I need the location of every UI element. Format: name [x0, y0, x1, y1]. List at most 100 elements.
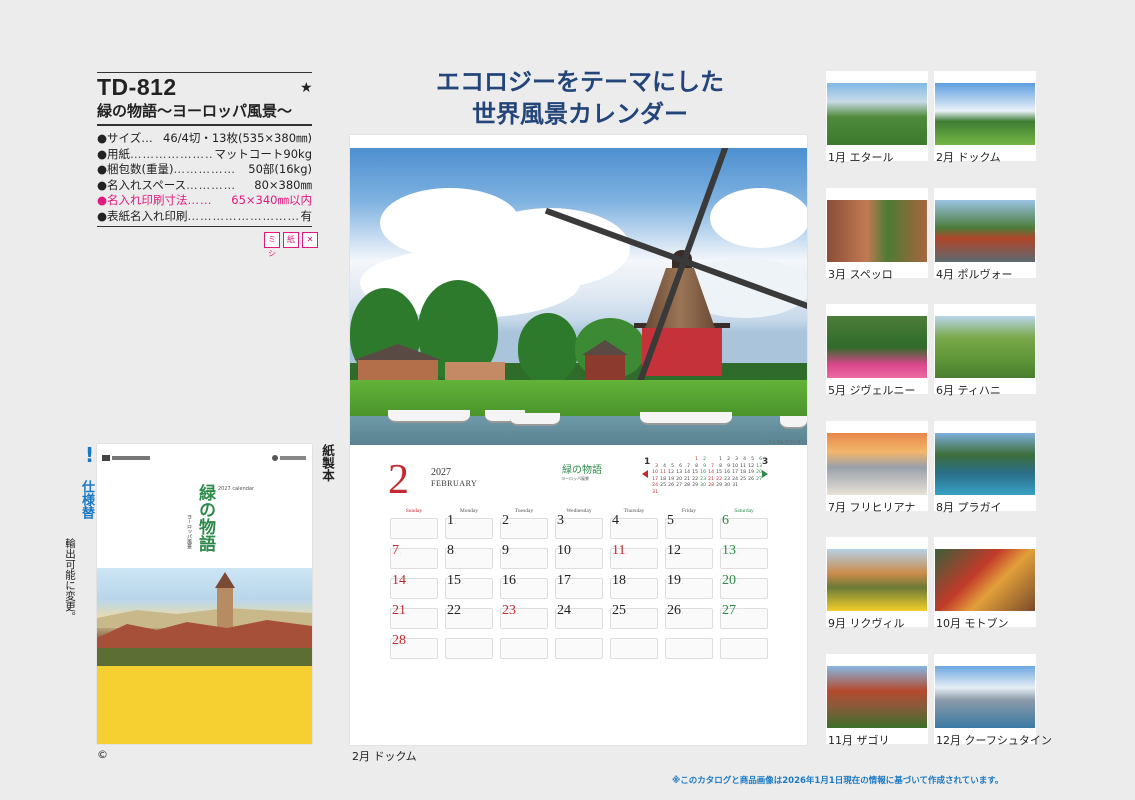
mini-day: 26 — [668, 483, 674, 489]
mini-day: 15 — [692, 470, 698, 476]
mini-day: 11 — [660, 470, 666, 476]
cover-title: 緑の物語 — [195, 484, 215, 552]
mini-day: 20 — [756, 470, 762, 476]
mini-day: 28 — [684, 483, 690, 489]
day-number: 16. — [502, 573, 518, 588]
mini-day: 5 — [751, 457, 754, 462]
footnote: ※このカタログと商品画像は2026年1月1日現在の情報に基づいて作成されています… — [672, 776, 1004, 786]
cover-logos — [102, 448, 307, 468]
day-number: 18. — [612, 573, 628, 588]
spec-packing: ●梱包数(重量)…………… 50部(16kg) — [97, 162, 312, 176]
boat — [510, 413, 560, 426]
thumbnail-caption: 10月 モトブン — [936, 617, 1009, 630]
mini-day: 14 — [684, 470, 690, 476]
spec-print-size: ●名入れ印刷寸法…… 65×340㎜以内 — [97, 193, 312, 207]
thumbnail-photo — [935, 83, 1035, 145]
thumbnail-caption: 2月 ドックム — [936, 151, 1001, 164]
mini-day: 16 — [724, 470, 730, 476]
thumbnail-photo — [827, 432, 927, 495]
thumbnail-caption: 1月 エタール — [828, 151, 894, 164]
mini-day: 30 — [724, 483, 730, 489]
spec-list: ●サイズ… 46/4切・13枚(535×380㎜) ●用紙………………… マットコー… — [97, 131, 312, 224]
day-cell — [555, 638, 603, 659]
copyright-mark: © — [97, 748, 108, 761]
mini-day: 29 — [716, 483, 722, 489]
thumbnail-photo — [827, 316, 927, 378]
day-number: 4. — [612, 513, 621, 528]
thumbnail-caption: 7月 フリヒリアナ — [828, 500, 916, 514]
day-number: 23. — [502, 603, 518, 618]
mini-day: 4 — [743, 457, 746, 462]
thumbnail-caption: 11月 ザゴリ — [828, 733, 890, 747]
product-code: TD-812 — [97, 74, 177, 100]
cover-year: 2027 calendar — [218, 486, 255, 492]
thumbnail-caption: 6月 ティハニ — [936, 384, 1001, 397]
day-cell — [665, 638, 713, 659]
product-name: 緑の物語〜ヨーロッパ風景〜 — [97, 102, 293, 120]
publisher-logo-icon — [102, 455, 150, 461]
day-number: 21. — [392, 603, 408, 618]
thumbnail-photo — [827, 549, 927, 611]
mini-day: 26 — [748, 476, 754, 482]
day-number: 3. — [557, 513, 566, 528]
mini-day: 18 — [740, 470, 746, 476]
day-number: 19. — [667, 573, 683, 588]
thumbnail-photo — [827, 83, 927, 145]
thumbnail-caption: 12月 クーフシュタイン — [936, 733, 1052, 747]
boat — [780, 416, 807, 429]
month-thumbnail: 6月 ティハニ — [934, 304, 1036, 397]
spec-change-title: 仕様替 — [79, 480, 94, 519]
spec-paper: ●用紙………………… マットコート90kg — [97, 146, 312, 161]
day-number: 26. — [667, 603, 683, 618]
thumbnail-photo — [827, 665, 927, 728]
next-month-mini: 1 2 3 4 5 6 7 8 9 10 11 12 13 14 15 16 17 18 19 20 21 22 23 24 2… — [706, 457, 762, 490]
next-arrow-icon — [762, 470, 768, 478]
day-number: 27. — [722, 603, 738, 618]
day-cell — [445, 638, 493, 659]
next-month-number: 3 — [762, 457, 769, 467]
thumbnail-caption: 3月 スペッロ — [828, 267, 893, 281]
month-english: FEBRUARY — [431, 479, 478, 488]
day-cell — [500, 638, 548, 659]
day-number: 1. — [447, 513, 456, 528]
day-number: 7. — [392, 543, 401, 558]
prev-arrow-icon — [642, 470, 648, 478]
day-number: 9. — [502, 543, 511, 558]
house — [585, 353, 625, 381]
day-number: 13. — [722, 543, 738, 558]
month-thumbnail: 2月 ドックム — [934, 71, 1036, 164]
spec-size: ●サイズ… 46/4切・13枚(535×380㎜) — [97, 131, 312, 145]
perforation-icon: ミシ — [264, 232, 280, 258]
cloud — [710, 188, 807, 248]
thumbnail-photo — [935, 665, 1035, 728]
mini-day: 10 — [652, 470, 658, 476]
mini-day: 25 — [660, 483, 666, 489]
mini-day: 3 — [735, 457, 738, 462]
calendar-brand-sub: ヨーロッパ風景 — [561, 476, 589, 481]
mini-day: 27 — [756, 476, 762, 482]
thumbnail-caption: 9月 リクヴィル — [828, 617, 905, 630]
day-number: 14. — [392, 573, 408, 588]
day-number: 2. — [502, 513, 511, 528]
exclamation-icon: ! — [85, 443, 95, 467]
spec-cover-print: ●表紙名入れ印刷……………………………有 — [97, 208, 312, 223]
star-icon: ★ — [300, 80, 313, 96]
house-roof — [582, 340, 628, 355]
windmill-photo — [350, 148, 807, 445]
headline-line-1: エコロジーをテーマにした — [436, 67, 724, 96]
day-number: 12. — [667, 543, 683, 558]
tree — [518, 313, 578, 383]
calendar-page: ドックム オランダ 2 2027 FEBRUARY 緑の物語 ヨーロッパ風景 1… — [350, 135, 807, 745]
prev-month-mini: 1 2 3 4 5 6 7 8 9 10 11 12 13 14 15 16 17 18 19 20 21 22 23 24 2… — [650, 457, 706, 497]
cover-image: 緑の物語 2027 calendar ヨーロッパ風景 — [97, 444, 312, 744]
month-thumbnail: 8月 プラガイ — [934, 420, 1036, 514]
calendar-brand: 緑の物語 — [562, 465, 602, 476]
month-thumbnail: 7月 フリヒリアナ — [826, 420, 928, 514]
mini-day: 29 — [692, 483, 698, 489]
day-cell — [720, 638, 768, 659]
month-thumbnail: 12月 クーフシュタイン — [934, 653, 1052, 747]
month-thumbnail: 5月 ジヴェルニー — [826, 304, 928, 397]
mini-day: 2 — [727, 457, 730, 462]
top-rule — [97, 72, 312, 73]
thumbnail-photo — [935, 549, 1035, 611]
